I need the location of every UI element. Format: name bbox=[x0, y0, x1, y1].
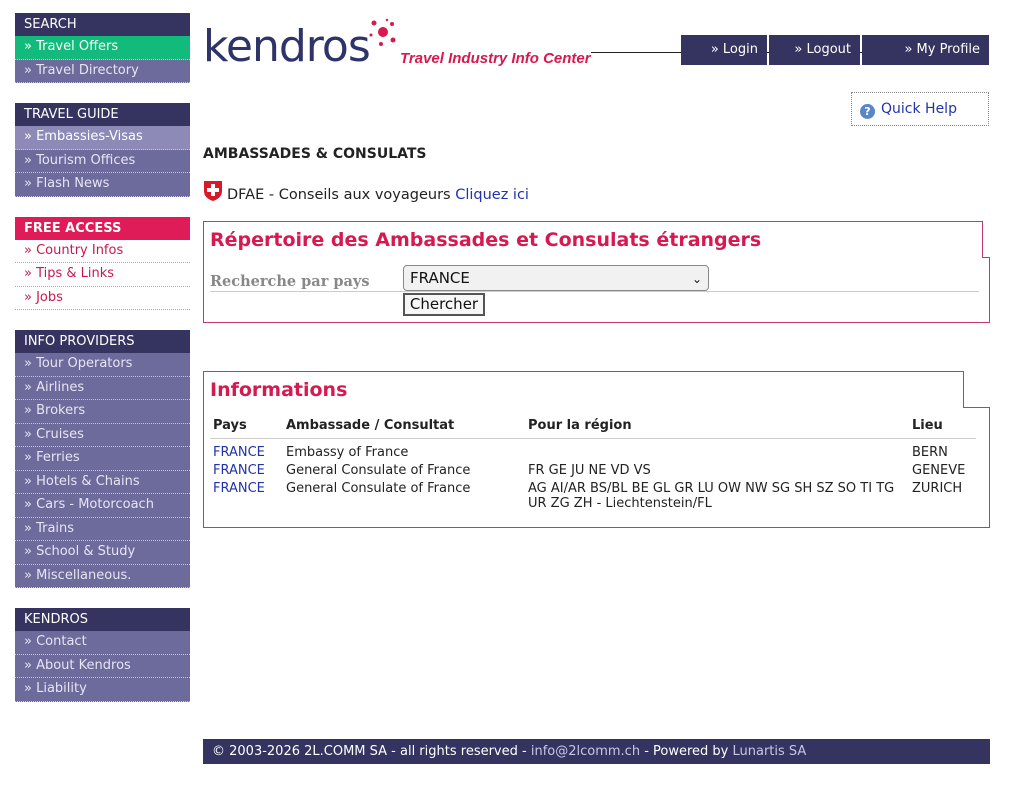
footer-powered-link[interactable]: Lunartis SA bbox=[733, 744, 807, 759]
login-button[interactable]: » Login bbox=[681, 35, 767, 65]
logo-sparkle-icon bbox=[369, 18, 396, 46]
sidebar-item-embassies-visas[interactable]: » Embassies-Visas bbox=[15, 126, 190, 150]
search-country-label: Recherche par pays bbox=[210, 273, 370, 290]
column-header-location: Lieu bbox=[909, 416, 976, 439]
sidebar-heading-search: SEARCH bbox=[15, 13, 190, 36]
sidebar-item-travel-offers[interactable]: » Travel Offers bbox=[15, 36, 190, 60]
dfae-advice: DFAE - Conseils aux voyageurs Cliquez ic… bbox=[203, 180, 529, 203]
sidebar-item-airlines[interactable]: » Airlines bbox=[15, 376, 190, 400]
sidebar-item-ferries[interactable]: » Ferries bbox=[15, 447, 190, 471]
sidebar-item-flash-news[interactable]: » Flash News bbox=[15, 173, 190, 197]
logout-button[interactable]: » Logout bbox=[769, 35, 860, 65]
location: BERN bbox=[912, 445, 948, 460]
column-header-region: Pour la région bbox=[525, 416, 909, 439]
embassy-name: Embassy of France bbox=[286, 445, 409, 460]
top-nav: » Login » Logout » My Profile bbox=[681, 35, 989, 65]
sidebar-heading-travel-guide: TRAVEL GUIDE bbox=[15, 103, 190, 126]
sidebar-item-brokers[interactable]: » Brokers bbox=[15, 400, 190, 424]
logo-tagline: Travel Industry Info Center bbox=[400, 50, 591, 67]
region-list: FR GE JU NE VD VS bbox=[528, 463, 651, 478]
column-header-country: Pays bbox=[210, 416, 283, 439]
region-list bbox=[525, 439, 909, 461]
region-list: AG AI/AR BS/BL BE GL GR LU OW NW SG SH S… bbox=[528, 481, 895, 511]
logo-wordmark: kendros bbox=[203, 21, 371, 72]
country-link[interactable]: FRANCE bbox=[210, 439, 283, 460]
dfae-text: DFAE - Conseils aux voyageurs bbox=[227, 187, 451, 203]
my-profile-button[interactable]: » My Profile bbox=[862, 35, 989, 65]
quick-help-label: Quick Help bbox=[881, 101, 957, 117]
country-select-value: FRANCE bbox=[410, 269, 470, 287]
sidebar-item-cruises[interactable]: » Cruises bbox=[15, 423, 190, 447]
sidebar-heading-free-access: FREE ACCESS bbox=[15, 216, 190, 240]
help-icon: ? bbox=[860, 104, 875, 119]
sidebar-item-about-kendros[interactable]: » About Kendros bbox=[15, 654, 190, 678]
table-row: FRANCE General Consulate of France FR GE… bbox=[210, 460, 976, 478]
sidebar-item-travel-directory[interactable]: » Travel Directory bbox=[15, 59, 190, 83]
embassy-name: General Consulate of France bbox=[286, 463, 471, 478]
sidebar-item-liability[interactable]: » Liability bbox=[15, 678, 190, 702]
embassy-table: Pays Ambassade / Consultat Pour la régio… bbox=[210, 416, 976, 511]
sidebar-heading-kendros: KENDROS bbox=[15, 608, 190, 631]
footer-email-link[interactable]: info@2lcomm.ch bbox=[531, 744, 640, 759]
chevron-down-icon: ⌄ bbox=[691, 272, 702, 286]
kendros-logo[interactable]: kendros Travel Industry Info Center bbox=[203, 18, 884, 74]
country-select[interactable]: FRANCE ⌄ bbox=[403, 265, 709, 291]
table-row: FRANCE General Consulate of France AG AI… bbox=[210, 478, 976, 511]
search-button[interactable]: Chercher bbox=[403, 293, 485, 316]
footer-powered-text: - Powered by bbox=[640, 744, 733, 759]
table-row: FRANCE Embassy of France BERN bbox=[210, 439, 976, 461]
country-link[interactable]: FRANCE bbox=[210, 478, 283, 511]
dfae-link[interactable]: Cliquez ici bbox=[455, 187, 529, 203]
column-header-embassy: Ambassade / Consultat bbox=[283, 416, 525, 439]
page-title: AMBASSADES & CONSULATS bbox=[203, 146, 427, 162]
table-header-row: Pays Ambassade / Consultat Pour la régio… bbox=[210, 416, 976, 439]
sidebar-item-cars-motorcoach[interactable]: » Cars - Motorcoach bbox=[15, 494, 190, 518]
sidebar-heading-info-providers: INFO PROVIDERS bbox=[15, 330, 190, 353]
sidebar-item-trains[interactable]: » Trains bbox=[15, 517, 190, 541]
sidebar-item-hotels-chains[interactable]: » Hotels & Chains bbox=[15, 470, 190, 494]
sidebar-item-jobs[interactable]: » Jobs bbox=[15, 286, 190, 310]
sidebar-item-country-infos[interactable]: » Country Infos bbox=[15, 239, 190, 263]
search-form: Recherche par pays FRANCE ⌄ Chercher bbox=[203, 257, 990, 323]
location: ZURICH bbox=[912, 481, 963, 496]
embassy-name: General Consulate of France bbox=[286, 481, 471, 496]
sidebar-item-miscellaneous[interactable]: » Miscellaneous. bbox=[15, 564, 190, 588]
info-section-title: Informations bbox=[203, 371, 964, 408]
country-link[interactable]: FRANCE bbox=[210, 460, 283, 478]
footer: © 2003-2026 2L.COMM SA - all rights rese… bbox=[203, 739, 990, 764]
quick-help-link[interactable]: ? Quick Help bbox=[851, 92, 989, 126]
sidebar-item-tour-operators[interactable]: » Tour Operators bbox=[15, 353, 190, 377]
location: GENEVE bbox=[912, 463, 966, 478]
info-panel: Pays Ambassade / Consultat Pour la régio… bbox=[203, 407, 990, 528]
sidebar-item-tourism-offices[interactable]: » Tourism Offices bbox=[15, 149, 190, 173]
sidebar-item-contact[interactable]: » Contact bbox=[15, 631, 190, 655]
swiss-shield-icon bbox=[204, 181, 222, 201]
sidebar-item-school-study[interactable]: » School & Study bbox=[15, 541, 190, 565]
search-section-title: Répertoire des Ambassades et Consulats é… bbox=[203, 221, 983, 258]
search-divider bbox=[210, 291, 979, 292]
sidebar-item-tips-links[interactable]: » Tips & Links bbox=[15, 263, 190, 287]
footer-copyright: © 2003-2026 2L.COMM SA - all rights rese… bbox=[212, 744, 531, 759]
sidebar: SEARCH » Travel Offers » Travel Director… bbox=[15, 13, 190, 702]
